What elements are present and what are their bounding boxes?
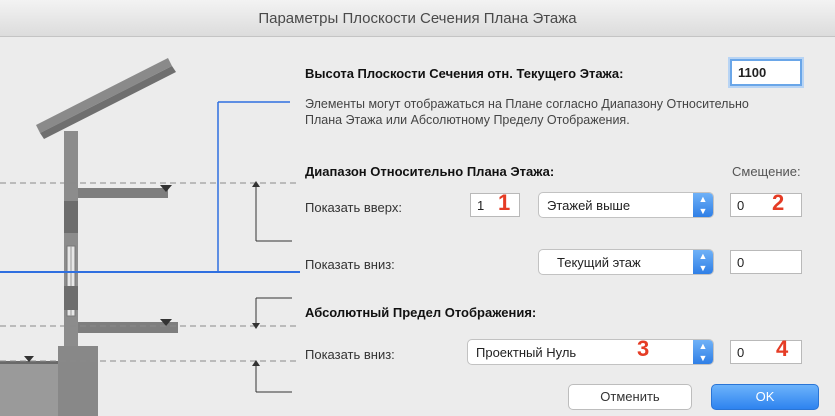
show-down-label: Показать вниз: (305, 257, 395, 272)
marker-3: 3 (637, 336, 650, 361)
chevron-updown-icon: ▲ ▼ (693, 340, 713, 364)
show-up-count-input[interactable]: 1 (470, 193, 520, 217)
ground (0, 361, 58, 416)
absolute-select-value: Проектный Нуль (476, 345, 577, 360)
marker-4: 4 (776, 336, 789, 361)
show-down-select-value: Текущий этаж (557, 255, 641, 270)
cut-plane-label: Высота Плоскости Сечения отн. Текущего Э… (305, 66, 624, 81)
floor-plan-cut-plane-dialog: Параметры Плоскости Сечения Плана Этажа (0, 0, 835, 416)
absolute-limit-heading: Абсолютный Предел Отображения: (305, 305, 537, 320)
section-illustration (0, 58, 300, 416)
cut-plane-height-input[interactable]: 1100 (730, 59, 802, 86)
roof-shape (36, 58, 172, 133)
absolute-show-down-label: Показать вниз: (305, 347, 395, 362)
window-title: Параметры Плоскости Сечения Плана Этажа (0, 0, 835, 37)
marker-2: 2 (772, 190, 785, 215)
upper-slab (78, 188, 168, 198)
show-up-offset-input[interactable]: 0 (730, 193, 802, 217)
relative-range-heading: Диапазон Относительно Плана Этажа: (305, 164, 555, 179)
cancel-button[interactable]: Отменить (568, 384, 692, 410)
description-text: Элементы могут отображаться на Плане сог… (305, 97, 749, 127)
absolute-offset-input[interactable]: 0 (730, 340, 802, 364)
show-down-offset-input[interactable]: 0 (730, 250, 802, 274)
absolute-show-down-select[interactable]: Проектный Нуль ▲ ▼ (467, 339, 714, 365)
show-up-select-value: Этажей выше (547, 198, 631, 213)
show-up-select[interactable]: Этажей выше ▲ ▼ (538, 192, 714, 218)
show-up-label: Показать вверх: (305, 200, 402, 215)
offset-heading: Смещение: (732, 164, 801, 179)
chevron-updown-icon: ▲ ▼ (693, 193, 713, 217)
chevron-updown-icon: ▲ ▼ (693, 250, 713, 274)
ok-button[interactable]: OK (711, 384, 819, 410)
marker-1: 1 (498, 190, 511, 215)
show-down-select[interactable]: Текущий этаж ▲ ▼ (538, 249, 714, 275)
current-slab (78, 322, 178, 333)
